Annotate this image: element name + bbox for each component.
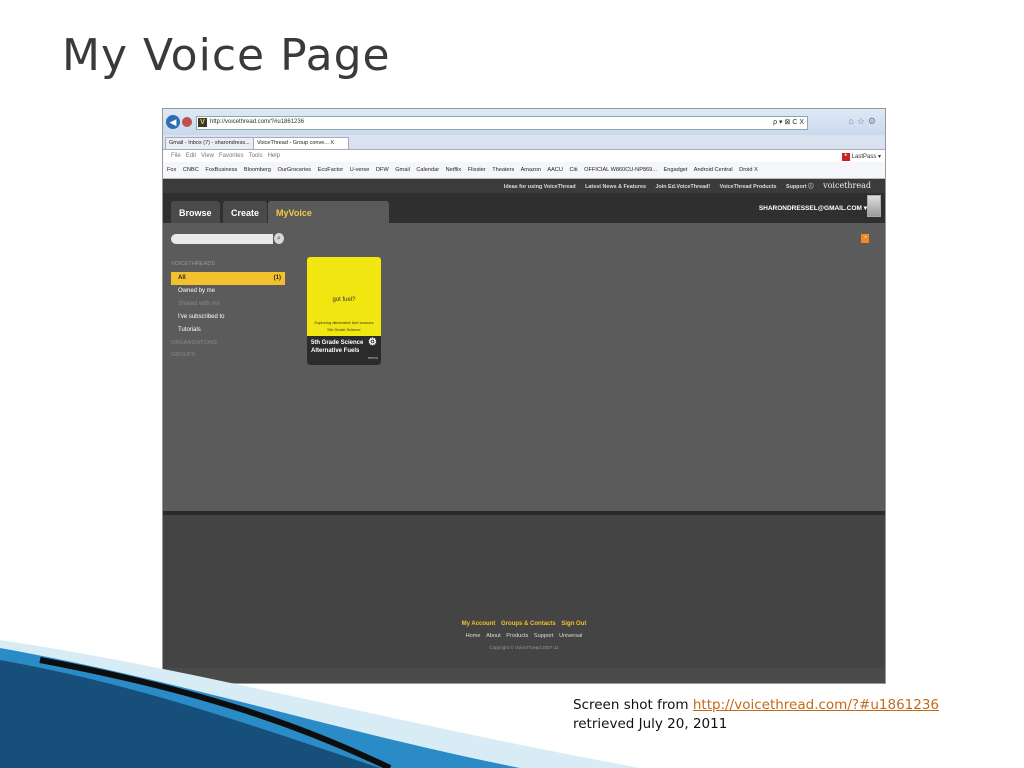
footer-account-links: My Account Groups & Contacts Sign Out: [163, 621, 885, 627]
sidebar-heading: VOICETHREADS: [171, 261, 216, 267]
menu-help[interactable]: Help: [268, 153, 280, 159]
fav-link[interactable]: OFFICIAL W860CU-NP869...: [584, 167, 657, 173]
address-bar[interactable]: V http://voicethread.com/?#u1861236 ρ ▾ …: [196, 116, 808, 130]
search-input[interactable]: [171, 234, 273, 244]
address-controls[interactable]: ρ ▾ ⊠ C X: [773, 118, 804, 126]
source-link[interactable]: http://voicethread.com/?#u1861236: [693, 697, 939, 713]
fav-link[interactable]: U-verse: [350, 167, 370, 173]
fav-link[interactable]: Fox: [167, 167, 176, 173]
slide-title: My Voice Page: [62, 30, 391, 81]
footer-link[interactable]: Home: [466, 633, 481, 639]
top-link[interactable]: VoiceThread Products: [720, 184, 777, 190]
fav-link[interactable]: Engadget: [664, 167, 688, 173]
footer-link[interactable]: My Account: [462, 621, 496, 627]
browser-tabs: Gmail - Inbox (7) - sharondress... Voice…: [163, 135, 885, 150]
vt-main: ⌕ ◔ VOICETHREADS All (1) Owned by me Shar…: [163, 223, 885, 511]
sidebar-item-tutorials[interactable]: Tutorials: [171, 324, 285, 337]
top-link[interactable]: Support ⓘ: [786, 184, 814, 190]
fav-link[interactable]: Bloomberg: [244, 167, 271, 173]
card-headline: got fuel?: [332, 297, 356, 303]
footer-link[interactable]: Universal: [559, 633, 582, 639]
sidebar-item-owned[interactable]: Owned by me: [171, 285, 285, 298]
sidebar-item-shared[interactable]: Shared with me: [171, 298, 285, 311]
url-text: http://voicethread.com/?#u1861236: [210, 119, 305, 125]
site-favicon: V: [198, 118, 207, 127]
sidebar: VOICETHREADS All (1) Owned by me Shared w…: [171, 261, 285, 361]
menu-view[interactable]: View: [201, 153, 214, 159]
voicethread-card[interactable]: got fuel? Exploring alternative fuel sou…: [307, 257, 381, 365]
tab-gmail[interactable]: Gmail - Inbox (7) - sharondress...: [165, 137, 258, 149]
fav-link[interactable]: FoxBusiness: [205, 167, 237, 173]
avatar[interactable]: [867, 195, 881, 217]
screenshot-caption: Screen shot from http://voicethread.com/…: [573, 697, 940, 732]
fav-link[interactable]: Theaters: [492, 167, 514, 173]
back-arrow-icon[interactable]: ◀: [166, 115, 180, 129]
fav-link[interactable]: DFW: [376, 167, 389, 173]
lastpass-button[interactable]: * LastPass ▾: [841, 151, 881, 163]
vt-nav: Browse Create MyVoice SHARONDRESSEL@GMAI…: [163, 193, 885, 223]
card-footer: 5th Grade Science Alternative Fuels ⚙ me…: [307, 336, 381, 365]
sidebar-item-all[interactable]: All (1): [171, 272, 285, 285]
footer-link[interactable]: About: [486, 633, 501, 639]
menu-bar: File Edit View Favorites Tools Help * Las…: [163, 150, 885, 162]
voicethread-logo[interactable]: voicethread: [823, 181, 871, 190]
retrieved-date: retrieved July 20, 2011: [573, 716, 728, 732]
fav-link[interactable]: Android Central: [694, 167, 733, 173]
footer-link[interactable]: Products: [506, 633, 528, 639]
menu-file[interactable]: File: [171, 153, 181, 159]
rss-icon[interactable]: ◔: [861, 234, 869, 243]
lastpass-icon: *: [841, 153, 850, 161]
fav-link[interactable]: Calendar: [416, 167, 439, 173]
fav-link[interactable]: Citi: [569, 167, 577, 173]
top-link[interactable]: Latest News & Features: [585, 184, 646, 190]
forward-button[interactable]: [182, 117, 192, 127]
footer-link[interactable]: Sign Out: [561, 621, 586, 627]
gear-icon[interactable]: ⚙: [368, 338, 377, 348]
footer-site-links: Home About Products Support Universal: [163, 633, 885, 639]
fav-link[interactable]: AACU: [547, 167, 563, 173]
fav-link[interactable]: Gmail: [395, 167, 410, 173]
search-icon[interactable]: ⌕: [274, 233, 284, 244]
vt-top-links: Ideas for using VoiceThread Latest News …: [163, 179, 885, 193]
user-menu[interactable]: SHARONDRESSEL@GMAIL.COM ▾: [759, 204, 867, 212]
favorites-bar: Fox CNBC FoxBusiness Bloomberg OurGrocer…: [163, 162, 885, 179]
count-badge: (1): [273, 275, 281, 281]
fav-link[interactable]: EcoFactor: [318, 167, 344, 173]
fav-link[interactable]: CNBC: [183, 167, 199, 173]
tab-browse[interactable]: Browse: [171, 201, 220, 223]
tab-voicethread[interactable]: VoiceThread - Group conve... X: [253, 137, 349, 149]
home-star-gear-icons[interactable]: ⌂☆⚙: [848, 116, 879, 127]
card-subtitle: Exploring alternative fuel sources 5th G…: [314, 320, 374, 332]
browser-address-bar-row: ◀ V http://voicethread.com/?#u1861236 ρ …: [163, 109, 885, 135]
menu-tools[interactable]: Tools: [249, 153, 263, 159]
browser-screenshot: ◀ V http://voicethread.com/?#u1861236 ρ …: [162, 108, 886, 684]
top-link[interactable]: Join Ed.VoiceThread!: [655, 184, 710, 190]
card-menu-label[interactable]: menu: [368, 354, 378, 362]
fav-link[interactable]: Droid X: [739, 167, 758, 173]
fav-link[interactable]: Flixster: [468, 167, 486, 173]
tab-create[interactable]: Create: [223, 201, 268, 223]
sidebar-organizations[interactable]: ORGANIZATIONS: [171, 337, 285, 349]
fav-link[interactable]: Netflix: [446, 167, 462, 173]
sidebar-item-subscribed[interactable]: I've subscribed to: [171, 311, 285, 324]
menu-favorites[interactable]: Favorites: [219, 153, 244, 159]
top-link[interactable]: Ideas for using VoiceThread: [504, 184, 576, 190]
fav-link[interactable]: OurGroceries: [278, 167, 312, 173]
footer-link[interactable]: Groups & Contacts: [501, 621, 556, 627]
fav-link[interactable]: Amazon: [521, 167, 542, 173]
menu-edit[interactable]: Edit: [186, 153, 196, 159]
footer-link[interactable]: Support: [534, 633, 554, 639]
tab-myvoice[interactable]: MyVoice: [268, 201, 389, 223]
sidebar-groups[interactable]: GROUPS: [171, 349, 285, 361]
